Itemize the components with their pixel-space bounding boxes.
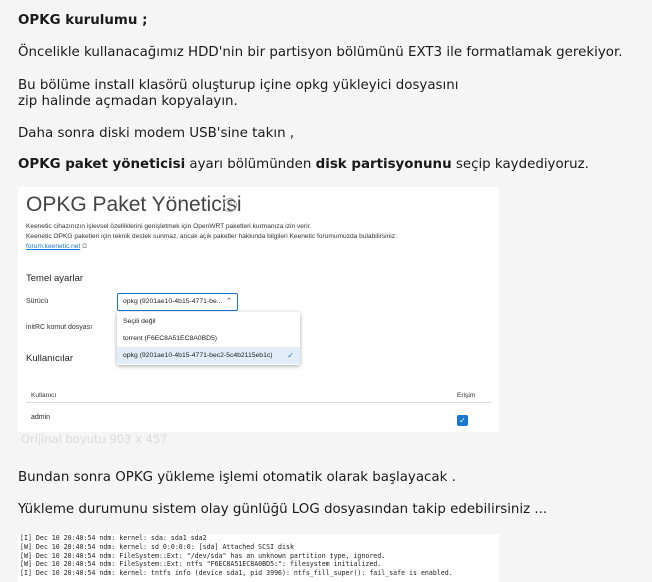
screenshot-desc-3: forum.keenetic.net ⧉ [26,243,87,251]
dropdown-option-opkg-label: opkg (9201ae10-4b15-4771-bec2-5c4b2115eb… [123,352,273,359]
drive-select-value: opkg (9201ae10-4b15-4771-be... [123,298,223,305]
log-screenshot: [I] Dec 10 20:40:54 ndm: kernel: sda: sd… [18,534,499,582]
drive-label: Sürücü [26,298,49,305]
access-checkbox[interactable]: ✓ [457,415,468,426]
log-line: [W] Dec 10 20:40:54 ndm: kernel: sd 0:0:… [20,542,294,551]
check-icon: ✓ [287,351,294,360]
log-line: [W] Dec 10 20:40:54 ndm: FileSystem::Ext… [20,560,382,569]
question-circle-icon: ? [223,198,237,212]
drive-dropdown[interactable]: Seçili değil torrent (F6EC8A51EC8A0BD5) … [117,312,300,365]
col-access: Erişim [457,392,476,399]
forum-post: OPKG kurulumu ; Öncelikle kullanacağımız… [0,0,652,582]
post-paragraph-3: Daha sonra diski modem USB'sine takın , [18,126,295,141]
external-link-icon: ⧉ [82,243,87,250]
screenshot-desc-2: Keenetic OPKG paketleri için teknik dest… [26,233,397,240]
log-line: [W] Dec 10 20:40:54 ndm: FileSystem::Ext… [20,551,386,560]
image-size-caption[interactable]: Orijinal boyutu 903 x 457 [21,432,167,446]
dropdown-option-torrent[interactable]: torrent (F6EC8A51EC8A0BD5) [117,330,300,347]
post-paragraph-6: Yükleme durumunu sistem olay günlüğü LOG… [18,502,548,517]
chevron-up-icon: ⌃ [226,298,232,305]
col-user: Kullanıcı [31,392,57,399]
log-line: [I] Dec 10 20:40:54 ndm: kernel: tntfs i… [20,569,453,578]
section-basic-settings: Temel ayarlar [26,273,84,284]
post-paragraph-5: Bundan sonra OPKG yükleme işlemi otomati… [18,470,456,485]
post-heading: OPKG kurulumu ; [18,13,148,28]
post-paragraph-1: Öncelikle kullanacağımız HDD'nin bir par… [18,45,623,60]
section-users: Kullanıcılar [26,353,73,364]
forum-link[interactable]: forum.keenetic.net [26,243,80,250]
dropdown-option-opkg[interactable]: opkg (9201ae10-4b15-4771-bec2-5c4b2115eb… [117,347,300,364]
post-paragraph-4: OPKG paket yöneticisi ayarı bölümünden d… [18,157,589,172]
post-paragraph-2b: zip halinde açmadan kopyalayın. [18,94,238,109]
drive-select[interactable]: opkg (9201ae10-4b15-4771-be... ⌃ [117,293,238,311]
screenshot-title: OPKG Paket Yöneticisi [26,193,242,216]
user-row-admin: admin [31,414,51,421]
embedded-screenshot[interactable]: OPKG Paket Yöneticisi ? Keenetic cihazın… [18,187,499,432]
log-line: [I] Dec 10 20:40:54 ndm: kernel: sda: sd… [20,534,207,542]
dropdown-option-none[interactable]: Seçili değil [117,313,300,330]
users-table-header: Kullanıcı Erişim [26,388,491,403]
initrc-label: initRC komut dosyası [26,324,93,331]
screenshot-desc-1: Keenetic cihazınızın işlevsel özellikler… [26,223,312,230]
